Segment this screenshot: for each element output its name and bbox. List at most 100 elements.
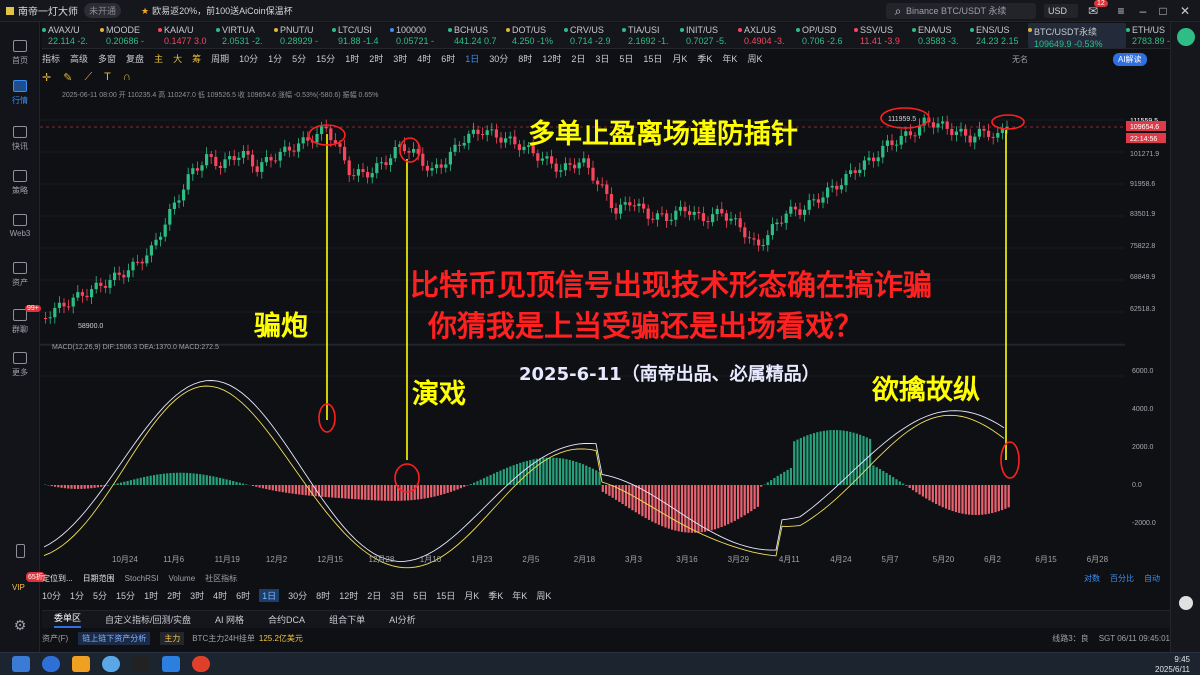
toolbar-item[interactable]: 30分: [489, 52, 508, 65]
ticker-item[interactable]: TIA/USI 2.1692 -1.: [622, 23, 680, 48]
timeframe-option[interactable]: 6时: [236, 589, 250, 602]
crosshair-icon[interactable]: ✛: [42, 71, 51, 84]
asset-label[interactable]: 资产(F): [42, 633, 68, 644]
timeframe-option[interactable]: 5日: [413, 589, 427, 602]
minimize-icon[interactable]: –: [1136, 4, 1150, 18]
toolbar-item[interactable]: 10分: [239, 52, 258, 65]
chrome-icon[interactable]: [192, 656, 210, 672]
search-app-icon[interactable]: [42, 656, 60, 672]
mail-app-icon[interactable]: [162, 656, 180, 672]
ticker-item[interactable]: BCH/US 441.24 0.7: [448, 23, 506, 48]
panel-tab[interactable]: AI 网格: [215, 613, 244, 626]
toolbar-item[interactable]: 4时: [417, 52, 431, 65]
ticker-item[interactable]: SSV/US 11.41 -3.9: [854, 23, 912, 48]
sidebar-item-phone[interactable]: [0, 544, 40, 561]
ticker-item[interactable]: MOODE 0.20686 -: [100, 23, 158, 48]
toolbar-item[interactable]: 1分: [268, 52, 282, 65]
panel-tab[interactable]: 合约DCA: [268, 613, 305, 626]
toolbar-item[interactable]: 3时: [393, 52, 407, 65]
ticker-item[interactable]: AVAX/U 22.114 -2.: [42, 23, 100, 48]
timeframe-option[interactable]: 月K: [464, 589, 479, 602]
ticker-item[interactable]: OP/USD 0.706 -2.6: [796, 23, 854, 48]
sidebar-item-web3[interactable]: Web3: [0, 214, 40, 238]
sidebar-item-home[interactable]: 首页: [0, 40, 40, 66]
toolbar-item[interactable]: 周期: [211, 52, 229, 65]
pen-icon[interactable]: ✎: [63, 71, 72, 84]
toolbar-item[interactable]: 多窗: [98, 52, 116, 65]
ticker-item[interactable]: LTC/USI 91.88 -1.4: [332, 23, 390, 48]
toolbar-item[interactable]: 3日: [595, 52, 609, 65]
panel-tab[interactable]: 组合下单: [329, 613, 365, 626]
close-icon[interactable]: ✕: [1178, 4, 1192, 18]
trading-app-icon[interactable]: [132, 656, 150, 672]
sidebar-item-news[interactable]: 快讯: [0, 126, 40, 152]
currency-select[interactable]: USD: [1044, 4, 1078, 18]
promo-banner[interactable]: ★ 欧易返20%，前100送AiCoin保温杯: [141, 4, 293, 17]
date-range-button[interactable]: 日期范围: [83, 573, 115, 584]
maximize-icon[interactable]: □: [1156, 4, 1170, 18]
toolbar-item[interactable]: 年K: [722, 52, 737, 65]
app-icon[interactable]: [72, 656, 90, 672]
toolbar-item[interactable]: 季K: [697, 52, 712, 65]
ruler-icon[interactable]: ⟋: [84, 71, 92, 84]
toolbar-item[interactable]: 指标: [42, 52, 60, 65]
toolbar-item[interactable]: 6时: [441, 52, 455, 65]
toolbar-item[interactable]: 周K: [747, 52, 762, 65]
ticker-item[interactable]: CRV/US 0.714 -2.9: [564, 23, 622, 48]
log-scale-toggle[interactable]: 对数: [1084, 573, 1100, 584]
assistant-icon[interactable]: [1179, 596, 1193, 610]
ticker-item[interactable]: BTC/USDT永续 109649.9 -0.53%: [1028, 23, 1126, 48]
timeframe-option[interactable]: 2时: [167, 589, 181, 602]
toolbar-item[interactable]: 5日: [619, 52, 633, 65]
timeframe-option[interactable]: 季K: [488, 589, 503, 602]
community-indicator-tab[interactable]: 社区指标: [205, 573, 237, 584]
toolbar-item[interactable]: 1时: [345, 52, 359, 65]
volume-tab[interactable]: Volume: [168, 574, 195, 583]
timeframe-option[interactable]: 10分: [42, 589, 61, 602]
timeframe-option[interactable]: 年K: [512, 589, 527, 602]
toolbar-item[interactable]: 筹: [192, 52, 201, 65]
ticker-item[interactable]: PNUT/U 0.28929 -: [274, 23, 332, 48]
toolbar-item[interactable]: 12时: [542, 52, 561, 65]
toolbar-item[interactable]: 高级: [70, 52, 88, 65]
toolbar-item[interactable]: 2时: [369, 52, 383, 65]
sidebar-item-market[interactable]: 行情: [0, 80, 40, 106]
sidebar-item-more[interactable]: 更多: [0, 352, 40, 378]
ticker-item[interactable]: 100000 0.05721 -: [390, 23, 448, 48]
toolbar-item[interactable]: 2日: [571, 52, 585, 65]
vip-link[interactable]: VIP: [12, 583, 25, 592]
toolbar-item[interactable]: 15分: [316, 52, 335, 65]
accessibility-icon[interactable]: [102, 656, 120, 672]
toolbar-item[interactable]: 8时: [518, 52, 532, 65]
panel-tab[interactable]: AI分析: [389, 613, 416, 626]
timeframe-option[interactable]: 15日: [436, 589, 455, 602]
search-input[interactable]: Binance BTC/USDT 永续: [886, 3, 1036, 19]
timeframe-option[interactable]: 3时: [190, 589, 204, 602]
toolbar-item[interactable]: 复盘: [126, 52, 144, 65]
text-icon[interactable]: T: [104, 71, 111, 83]
app-avatar-icon[interactable]: [1177, 28, 1195, 46]
toolbar-item[interactable]: 月K: [672, 52, 687, 65]
toolbar-item[interactable]: 5分: [292, 52, 306, 65]
timeframe-option[interactable]: 1时: [144, 589, 158, 602]
timeframe-option[interactable]: 1日: [259, 588, 280, 602]
locate-button[interactable]: 定位到...: [42, 573, 73, 584]
asset-analysis-link[interactable]: 链上链下资产分析: [78, 631, 151, 645]
percent-scale-toggle[interactable]: 百分比: [1110, 573, 1134, 584]
ai-interpret-button[interactable]: AI解读: [1113, 53, 1147, 66]
toolbar-item[interactable]: 1日: [465, 52, 479, 65]
ticker-item[interactable]: VIRTUA 2.0531 -2.: [216, 23, 274, 48]
ticker-item[interactable]: ENA/US 0.3583 -3.: [912, 23, 970, 48]
magnet-icon[interactable]: ∩: [123, 71, 131, 83]
timeframe-option[interactable]: 12时: [339, 589, 358, 602]
timeframe-option[interactable]: 1分: [70, 589, 84, 602]
timeframe-option[interactable]: 8时: [316, 589, 330, 602]
panel-tab[interactable]: 委单区: [54, 611, 82, 628]
toolbar-item[interactable]: 主: [154, 52, 163, 65]
sidebar-item-assets[interactable]: 资产: [0, 262, 40, 288]
ticker-item[interactable]: DOT/US 4.250 -1%: [506, 23, 564, 48]
timeframe-option[interactable]: 15分: [116, 589, 135, 602]
timeframe-option[interactable]: 2日: [367, 589, 381, 602]
start-icon[interactable]: [12, 656, 30, 672]
toolbar-item[interactable]: 大: [173, 52, 182, 65]
